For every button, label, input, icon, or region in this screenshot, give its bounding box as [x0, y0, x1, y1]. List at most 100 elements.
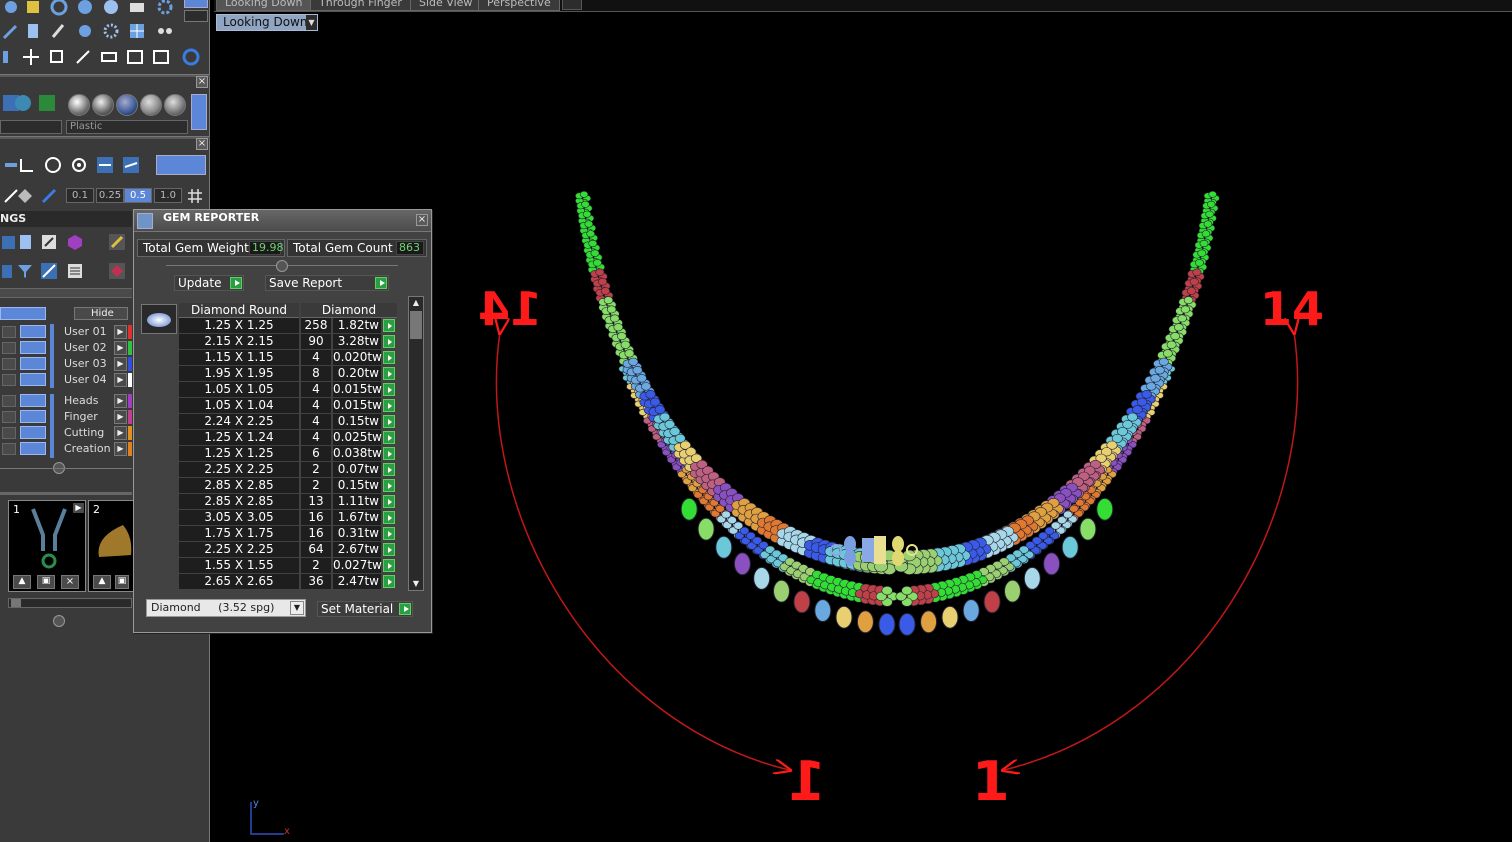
material-sphere-2[interactable]	[92, 94, 114, 116]
layer-arrow-icon[interactable]: ▶	[114, 442, 127, 456]
splitter-handle-icon[interactable]	[276, 260, 288, 272]
snap-value-3[interactable]: 0.5	[124, 188, 152, 203]
tab-side-view[interactable]: Side View	[410, 0, 482, 11]
lock-icon[interactable]	[2, 411, 16, 423]
diamond-icon[interactable]	[14, 185, 36, 207]
close-panel-icon-2[interactable]: ×	[196, 138, 208, 150]
shape-tool-icon[interactable]	[74, 20, 96, 42]
close-panel-icon[interactable]: ×	[196, 76, 208, 88]
table-row[interactable]: 2.24 X 2.25 4 0.15tw	[179, 414, 399, 430]
select-row-icon[interactable]	[383, 479, 395, 492]
list-icon[interactable]	[64, 260, 86, 282]
snap-value-2[interactable]: 0.25	[96, 188, 124, 203]
table-row[interactable]: 1.75 X 1.75 16 0.31tw	[179, 526, 399, 542]
move-up-icon[interactable]: ▲	[13, 575, 31, 589]
scroll-up-icon[interactable]: ▲	[411, 298, 421, 308]
select-row-icon[interactable]	[383, 383, 395, 396]
material-side-button[interactable]	[191, 94, 207, 130]
thumbnail-1[interactable]: 1 ▲ ▣ × ▶	[8, 500, 86, 592]
star-tool-icon[interactable]	[100, 20, 122, 42]
curve-tool-icon[interactable]	[74, 0, 96, 18]
globe-icon[interactable]	[12, 92, 34, 114]
save-icon[interactable]: ▣	[37, 575, 55, 589]
edit-icon[interactable]	[38, 231, 60, 253]
thumbnail-2[interactable]: 2 ▲ ▣	[88, 500, 134, 592]
select-row-icon[interactable]	[383, 335, 395, 348]
visibility-toggle[interactable]	[20, 394, 46, 407]
hide-button[interactable]: Hide	[74, 307, 128, 320]
visibility-toggle[interactable]	[20, 426, 46, 439]
grid-tool-icon[interactable]	[126, 20, 148, 42]
link-tool-icon[interactable]	[98, 46, 120, 68]
select-row-icon[interactable]	[383, 351, 395, 364]
layer-row[interactable]: Heads ▶	[0, 393, 132, 409]
set-material-button[interactable]: Set Material	[317, 601, 413, 617]
filter-icon[interactable]	[14, 260, 36, 282]
select-row-icon[interactable]	[383, 495, 395, 508]
select-row-icon[interactable]	[383, 319, 395, 332]
panel-toggle-button[interactable]	[184, 0, 208, 8]
table-row[interactable]: 1.15 X 1.15 4 0.020tw	[179, 350, 399, 366]
table-row[interactable]: 1.05 X 1.04 4 0.015tw	[179, 398, 399, 414]
select-row-icon[interactable]	[383, 367, 395, 380]
wand-tool-icon[interactable]	[72, 46, 94, 68]
snap-toggle-button[interactable]	[156, 155, 206, 175]
table-row[interactable]: 2.85 X 2.85 2 0.15tw	[179, 478, 399, 494]
visibility-toggle[interactable]	[20, 325, 46, 338]
paint-icon[interactable]	[106, 231, 128, 253]
snap-edge-icon[interactable]	[120, 154, 142, 176]
snap-value-1[interactable]: 0.1	[66, 188, 94, 203]
move-tool-icon[interactable]	[20, 46, 42, 68]
visibility-toggle[interactable]	[20, 410, 46, 423]
visibility-toggle[interactable]	[20, 373, 46, 386]
view-dropdown[interactable]: Looking Down ▼	[216, 14, 318, 31]
table-scrollbar[interactable]: ▲ ▼	[408, 296, 424, 591]
table-row[interactable]: 2.25 X 2.25 64 2.67tw	[179, 542, 399, 558]
ring-tool-icon[interactable]	[180, 46, 202, 68]
scroll-down-icon[interactable]: ▼	[411, 579, 421, 589]
layer-row[interactable]: Cutting ▶	[0, 425, 132, 441]
select-tool-icon[interactable]	[22, 0, 44, 18]
select-row-icon[interactable]	[383, 463, 395, 476]
layer-arrow-icon[interactable]: ▶	[114, 325, 127, 339]
select-row-icon[interactable]	[383, 543, 395, 556]
lock-icon[interactable]	[2, 326, 16, 338]
layer-row[interactable]: User 04 ▶	[0, 372, 132, 388]
layer-arrow-icon[interactable]: ▶	[114, 357, 127, 371]
snap-center-icon[interactable]	[42, 154, 64, 176]
save-icon[interactable]: ▣	[115, 575, 129, 589]
table-row[interactable]: 2.65 X 2.65 36 2.47tw	[179, 574, 399, 590]
layers-all-toggle[interactable]	[0, 307, 46, 320]
material-select[interactable]: Diamond (3.52 spg) ▼	[146, 599, 306, 617]
bar-tool-icon[interactable]	[0, 46, 22, 68]
move-up-icon[interactable]: ▲	[93, 575, 111, 589]
lock-icon[interactable]	[2, 374, 16, 386]
select-row-icon[interactable]	[383, 559, 395, 572]
snap-icon-2[interactable]	[16, 154, 38, 176]
gear-tool-icon[interactable]	[154, 0, 176, 18]
table-row[interactable]: 1.25 X 1.24 4 0.025tw	[179, 430, 399, 446]
close-icon[interactable]: ×	[416, 214, 428, 226]
pick-icon[interactable]	[38, 185, 60, 207]
mirror-tool-icon[interactable]	[124, 46, 146, 68]
page-tool-icon[interactable]	[22, 20, 44, 42]
thumb-scrollbar[interactable]	[8, 598, 132, 608]
layer-row[interactable]: User 02 ▶	[0, 340, 132, 356]
layer-row[interactable]: User 03 ▶	[0, 356, 132, 372]
tab-looking-down[interactable]: Looking Down	[216, 0, 312, 11]
texture-icon[interactable]	[36, 92, 58, 114]
material-sphere-4[interactable]	[140, 94, 162, 116]
layer-arrow-icon[interactable]: ▶	[114, 341, 127, 355]
sphere-tool-icon[interactable]	[100, 0, 122, 18]
select-row-icon[interactable]	[383, 575, 395, 588]
brush-tool-icon[interactable]	[48, 20, 70, 42]
snap-tool-icon[interactable]	[48, 0, 70, 18]
lock-icon[interactable]	[2, 342, 16, 354]
collapse-icon-2[interactable]	[53, 615, 65, 627]
tab-perspective[interactable]: Perspective	[478, 0, 560, 11]
snap-line-icon[interactable]	[94, 154, 116, 176]
layer-arrow-icon[interactable]: ▶	[114, 373, 127, 387]
delete-icon[interactable]: ×	[61, 575, 79, 589]
layer-row[interactable]: Creation ▶	[0, 441, 132, 457]
gem-reporter-titlebar[interactable]: GEM REPORTER ×	[134, 210, 431, 232]
